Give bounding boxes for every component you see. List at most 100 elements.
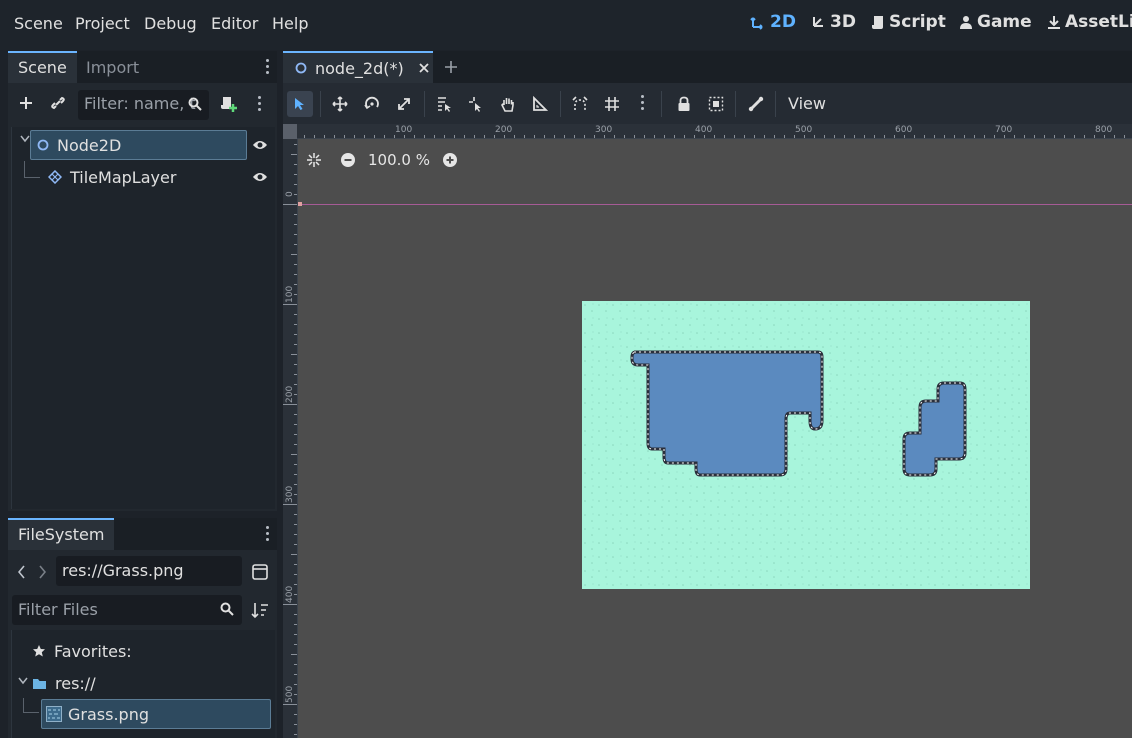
vertical-ruler-ticks [283,144,297,735]
ruler-h-label: 400 [695,125,713,135]
ruler-v-label: 100 [285,285,295,303]
attach-script-icon[interactable] [220,95,238,113]
view-menu-button[interactable]: View [788,94,826,113]
menu-debug[interactable]: Debug [144,14,197,33]
origin-marker [298,202,302,206]
file-item-grass[interactable]: Grass.png [41,699,271,729]
scene-filter-placeholder: Filter: name, t [84,94,196,113]
forward-icon[interactable] [38,565,46,579]
path-field-value: res://Grass.png [62,561,184,580]
scene-toolbar-menu-icon[interactable] [258,96,262,114]
group-icon[interactable] [703,91,729,117]
tab-filesystem[interactable]: FileSystem [8,518,115,550]
grid-snap-icon[interactable] [599,91,625,117]
filter-files-input[interactable]: Filter Files [12,595,242,625]
image-file-icon [46,706,62,722]
filter-files-placeholder: Filter Files [18,600,98,619]
ruler-corner [283,124,297,139]
ruler-v-label: 300 [285,485,295,503]
zoom-in-icon[interactable] [442,152,458,168]
3d-icon [810,14,826,30]
tree-connector-h [23,712,39,713]
tilemaplayer-icon [48,170,62,184]
pivot-icon[interactable] [463,91,489,117]
game-icon [959,14,973,30]
zoom-out-icon[interactable] [340,152,356,168]
tab-node-2d[interactable]: node_2d(*) [283,51,433,83]
ruler-h-label: 300 [595,125,613,135]
ruler-h-label: 600 [895,125,913,135]
search-icon [220,602,234,616]
link-icon[interactable] [50,95,66,111]
menu-scene[interactable]: Scene [14,14,63,33]
workspace-assetlib-button[interactable]: AssetLib [1047,12,1132,32]
move-mode-icon[interactable] [327,91,353,117]
workspace-game-button[interactable]: Game [959,12,1032,32]
list-select-icon[interactable] [431,91,457,117]
favorites-item[interactable]: Favorites: [32,636,252,666]
toolbar-separator [424,91,425,117]
pan-hand-icon[interactable] [495,91,521,117]
ruler-h-label: 200 [495,125,513,135]
tree-connector-h [24,177,40,178]
tree-item-tilemaplayer[interactable]: TileMapLayer [48,162,238,192]
tree-item-node2d[interactable]: Node2D [30,130,247,160]
tab-scene[interactable]: Scene [8,51,77,83]
tree-connector [24,161,25,177]
vertical-ruler: 0 100 200 300 400 500 [283,139,298,738]
ruler-v-label: 400 [285,585,295,603]
2d-icon [750,14,766,30]
res-root-item[interactable]: res:// [32,668,252,698]
menu-editor[interactable]: Editor [211,14,258,33]
center-view-icon[interactable] [306,152,322,168]
search-icon [188,97,202,111]
scene-tabbar: node_2d(*) [283,51,1132,83]
visibility-eye-icon[interactable] [252,139,268,151]
menu-bar: Scene Project Debug Editor Help 2D 3D Sc… [0,0,1132,50]
ruler-v-label: 200 [285,385,295,403]
split-view-icon[interactable] [251,563,269,581]
menu-help[interactable]: Help [272,14,308,33]
tab-import[interactable]: Import [76,51,149,83]
back-icon[interactable] [18,565,26,579]
ruler-mode-icon[interactable] [527,91,553,117]
scene-toolbar: Filter: name, t [8,87,277,123]
scene-dock-tabbar: Scene Import [8,51,277,83]
canvas-viewport[interactable]: 100.0 % [298,139,1132,738]
zoom-level[interactable]: 100.0 % [368,151,430,169]
workspace-2d-button[interactable]: 2D [750,12,796,32]
chevron-down-icon[interactable] [20,135,30,145]
tree-item-tilemaplayer-label: TileMapLayer [70,167,177,187]
smart-snap-icon[interactable] [567,91,593,117]
sort-icon[interactable] [251,601,269,619]
workspace-3d-label: 3D [830,12,856,32]
select-mode-icon[interactable] [287,91,313,117]
x-axis-line [298,204,1132,205]
chevron-down-icon[interactable] [18,677,28,685]
canvas-toolbar: View [283,83,1132,124]
toolbar-separator [661,91,662,117]
snap-options-icon[interactable] [641,95,645,113]
favorites-label: Favorites: [54,641,132,661]
filesystem-dock: FileSystem res://Grass.png Filter Files … [8,518,277,738]
workspace-3d-button[interactable]: 3D [810,12,856,32]
lock-icon[interactable] [671,91,697,117]
path-field[interactable]: res://Grass.png [56,556,242,586]
menu-project[interactable]: Project [75,14,130,33]
horizontal-ruler: 100 200 300 400 500 600 700 800 [297,124,1132,139]
tilemap-grass-area [582,301,1030,589]
add-tab-icon[interactable] [443,59,459,75]
workspace-game-label: Game [977,12,1032,32]
fs-dock-menu-icon[interactable] [266,526,270,544]
close-icon[interactable] [418,62,430,74]
scene-dock-menu-icon[interactable] [266,59,270,77]
visibility-eye-icon[interactable] [252,171,268,183]
node2d-icon [295,62,307,74]
scene-dock: Scene Import Filter: name, t Node2D Tile… [8,51,277,511]
workspace-script-button[interactable]: Script [871,12,946,32]
rotate-mode-icon[interactable] [359,91,385,117]
bone-icon[interactable] [743,91,769,117]
add-node-icon[interactable] [18,95,34,111]
res-root-label: res:// [55,673,96,693]
scale-mode-icon[interactable] [391,91,417,117]
